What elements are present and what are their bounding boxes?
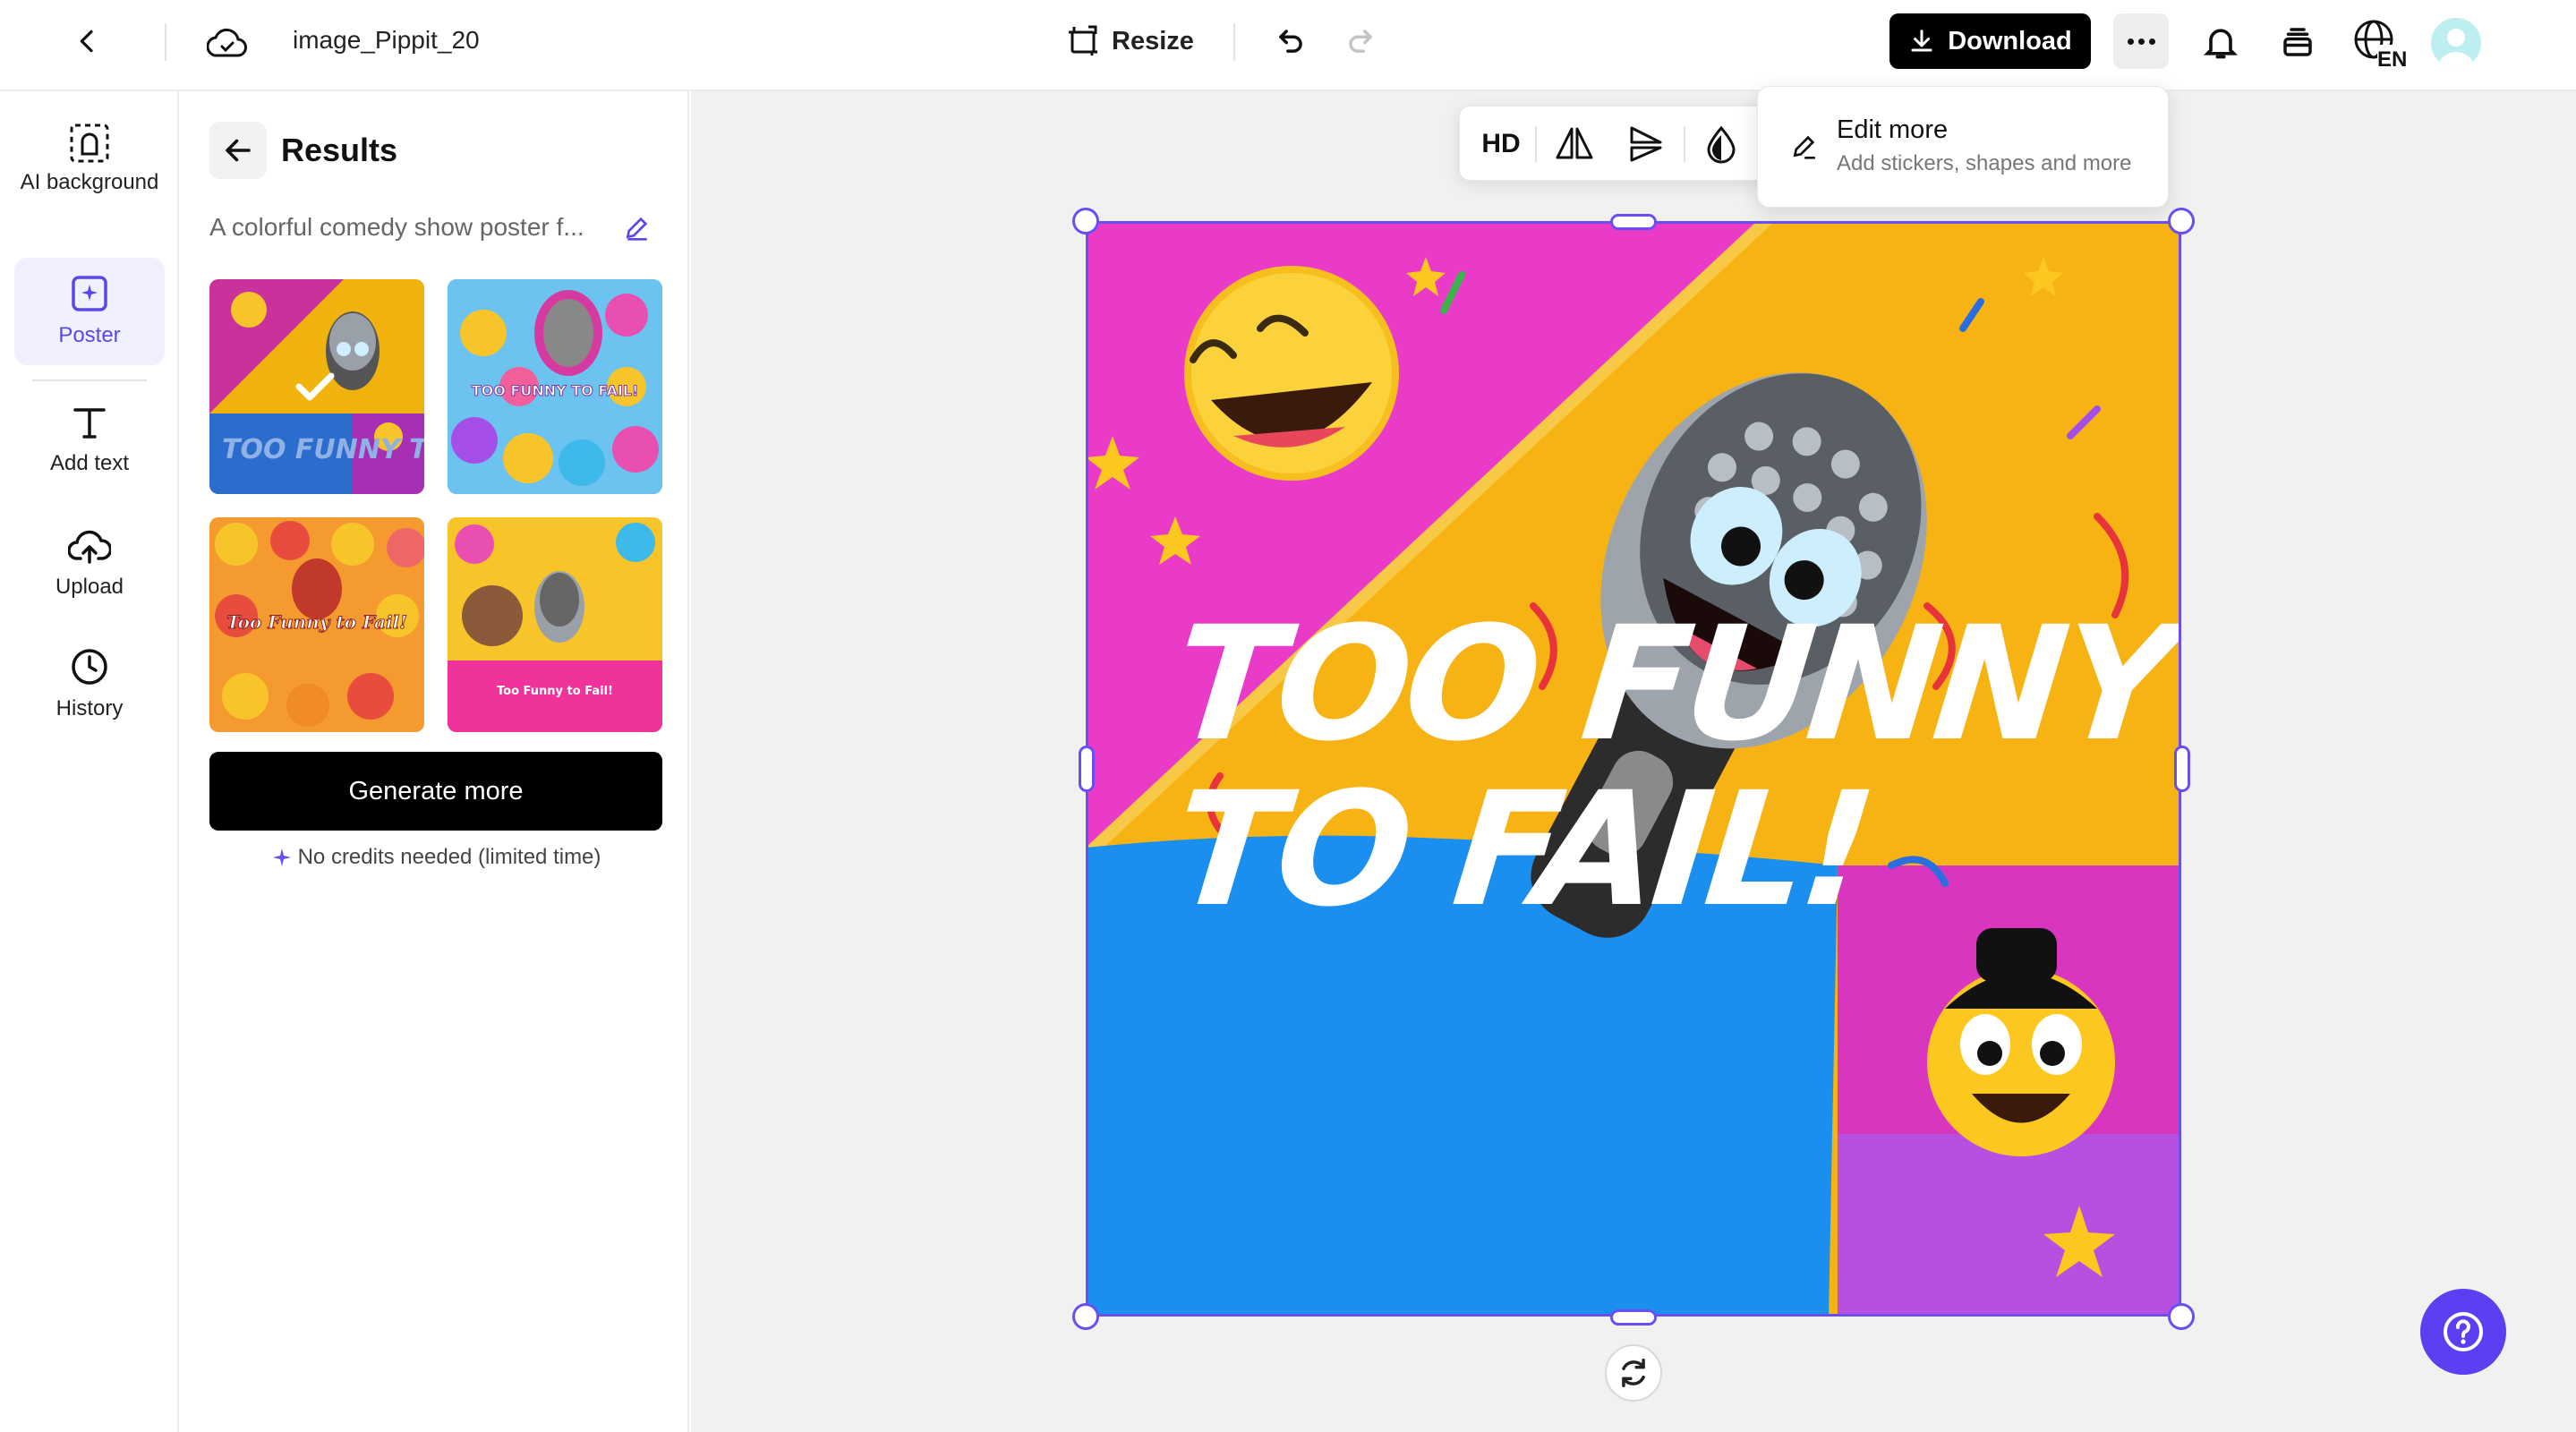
resize-label: Resize — [1112, 26, 1194, 55]
more-dot — [2137, 38, 2145, 45]
thumbnail-caption: TOO FUNNY TO FAIL! — [472, 382, 639, 399]
download-icon — [1911, 30, 1932, 52]
history-icon — [72, 649, 107, 685]
results-panel: Results A colorful comedy show poster f.… — [181, 91, 689, 1432]
help-button[interactable] — [2420, 1289, 2506, 1375]
download-label: Download — [1948, 26, 2072, 55]
rail-label: Upload — [55, 575, 124, 599]
rail-item-add-text[interactable]: Add text — [14, 403, 165, 501]
more-dot — [2127, 38, 2134, 45]
sparkle-icon — [272, 848, 291, 866]
resize-icon — [1069, 25, 1097, 55]
rail-label: Poster — [58, 323, 121, 347]
rotate-handle[interactable] — [1605, 1344, 1662, 1402]
result-thumbnail[interactable]: Too Funny to Fail! — [209, 517, 424, 732]
back-chevron-icon[interactable] — [68, 21, 107, 61]
generate-more-label: Generate more — [348, 776, 524, 806]
poster-canvas-image[interactable]: TOO FUNNY TO FAIL! — [1086, 221, 2181, 1317]
poster-headline-line2: TO FAIL! — [1165, 758, 1879, 942]
results-title: Results — [281, 132, 398, 168]
topbar-divider — [165, 23, 166, 61]
text-icon — [73, 408, 106, 439]
rail-label: History — [55, 696, 124, 720]
pencil-icon — [1793, 135, 1815, 159]
rotate-icon — [1622, 1359, 1645, 1387]
resize-handle-bottom-right[interactable] — [2168, 1303, 2195, 1330]
toolbar-divider — [1684, 126, 1685, 162]
edit-prompt-icon[interactable] — [623, 213, 652, 242]
rail-divider — [32, 379, 147, 381]
cloud-save-icon[interactable] — [204, 20, 251, 66]
more-options-button[interactable] — [2113, 13, 2169, 69]
floating-toolbar: HD — [1459, 106, 1781, 181]
rail-item-poster[interactable]: Poster — [14, 258, 165, 365]
result-thumbnail[interactable]: TOO FUNNY TO FAIL! — [209, 279, 424, 494]
toolbar-divider — [1535, 126, 1537, 162]
resize-handle-top-right[interactable] — [2168, 208, 2195, 234]
resize-button[interactable]: Resize — [1065, 18, 1199, 64]
credits-note: No credits needed (limited time) — [209, 845, 662, 870]
left-rail: AI background Poster Add text Upload His… — [0, 91, 179, 1432]
stack-layers-icon[interactable] — [2273, 18, 2322, 66]
rail-item-upload[interactable]: Upload — [14, 526, 165, 625]
undo-icon[interactable] — [1269, 20, 1312, 63]
opacity-drop-icon[interactable] — [1694, 123, 1748, 166]
thumbnail-caption: TOO FUNNY TO FAIL! — [222, 434, 424, 465]
result-thumbnail[interactable]: Too Funny to Fail! — [448, 517, 662, 732]
resize-handle-bottom[interactable] — [1610, 1309, 1657, 1325]
resize-handle-left[interactable] — [1079, 746, 1095, 792]
language-code: EN — [2377, 47, 2407, 70]
project-name[interactable]: image_Pippit_20 — [293, 25, 480, 55]
upload-icon — [68, 530, 111, 564]
notification-bell-icon[interactable] — [2196, 18, 2245, 66]
download-button[interactable]: Download — [1889, 13, 2091, 69]
hd-upscale-button[interactable]: HD — [1472, 123, 1530, 166]
flip-horizontal-icon[interactable] — [1548, 123, 1601, 166]
rail-item-history[interactable]: History — [14, 646, 165, 745]
poster-headline-line1: TOO FUNNY — [1165, 592, 2180, 776]
rail-label: Add text — [49, 451, 130, 475]
language-globe-icon[interactable]: EN — [2350, 16, 2408, 70]
thumbnail-caption: Too Funny to Fail! — [226, 611, 407, 633]
flip-vertical-icon[interactable] — [1619, 123, 1673, 166]
poster-icon — [72, 276, 107, 311]
question-icon — [2444, 1312, 2483, 1351]
result-thumbnail[interactable]: TOO FUNNY TO FAIL! — [448, 279, 662, 494]
ai-background-icon — [70, 124, 109, 163]
edit-more-menu-item[interactable]: Edit more Add stickers, shapes and more — [1757, 86, 2169, 208]
credits-note-text: No credits needed (limited time) — [297, 845, 601, 869]
avatar[interactable] — [2431, 18, 2481, 68]
resize-handle-right[interactable] — [2174, 746, 2190, 792]
generate-more-button[interactable]: Generate more — [209, 752, 662, 831]
edit-more-title: Edit more — [1837, 115, 1949, 144]
resize-handle-bottom-left[interactable] — [1072, 1303, 1099, 1330]
prompt-text: A colorful comedy show poster f... — [209, 213, 584, 241]
hd-label: HD — [1481, 129, 1521, 158]
resize-handle-top[interactable] — [1610, 214, 1657, 230]
rail-label: AI background — [20, 170, 159, 194]
top-bar: image_Pippit_20 Resize Download EN — [0, 0, 2576, 91]
thumbnail-caption: Too Funny to Fail! — [497, 685, 613, 698]
more-dot — [2148, 38, 2155, 45]
redo-icon[interactable] — [1339, 20, 1382, 63]
resize-handle-top-left[interactable] — [1072, 208, 1099, 234]
results-back-button[interactable] — [209, 122, 267, 179]
edit-more-subtitle: Add stickers, shapes and more — [1837, 151, 2132, 175]
arrow-left-icon — [226, 139, 251, 162]
topbar-divider — [1233, 23, 1235, 61]
rail-item-ai-background[interactable]: AI background — [14, 118, 165, 231]
